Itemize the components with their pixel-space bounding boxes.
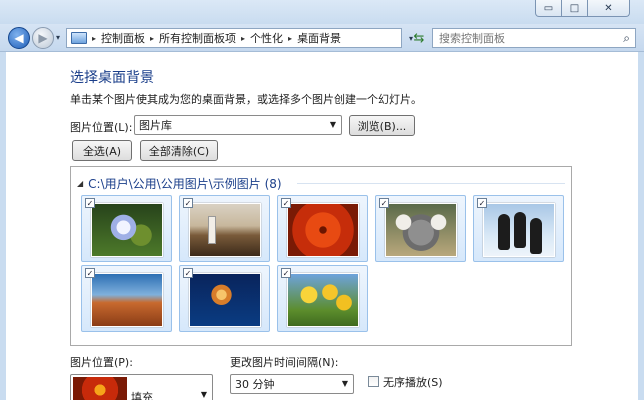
thumbnail-jellyfish[interactable]: ✓ [179, 265, 270, 332]
thumbnail-lighthouse[interactable]: ✓ [179, 195, 270, 262]
title-bar: ▭ □ ✕ [0, 0, 644, 24]
thumbnail-checkbox[interactable]: ✓ [379, 198, 389, 208]
thumbnail-hydrangeas[interactable]: ✓ [81, 195, 172, 262]
breadcrumb-separator-icon[interactable]: ▸ [92, 34, 96, 43]
window-frame-right [638, 52, 644, 400]
browse-button[interactable]: 浏览(B)... [349, 115, 415, 136]
minimize-button[interactable]: ▭ [535, 0, 562, 17]
back-button[interactable]: ◀ [8, 27, 30, 49]
thumbnail-checkbox[interactable]: ✓ [183, 268, 193, 278]
thumbnail-checkbox[interactable]: ✓ [85, 268, 95, 278]
refresh-button[interactable]: ⇆ [408, 28, 430, 48]
thumbnail-tulips[interactable]: ✓ [277, 265, 368, 332]
chrysanthemum-image [287, 203, 359, 257]
breadcrumb-control-panel[interactable]: 控制面板 [101, 30, 145, 46]
desert-image [91, 273, 163, 327]
window-controls: ▭ □ ✕ [535, 0, 630, 17]
breadcrumb-separator-icon[interactable]: ▸ [288, 34, 292, 43]
refresh-icon: ⇆ [413, 30, 425, 46]
thumbnail-desert[interactable]: ✓ [81, 265, 172, 332]
thumbnail-checkbox[interactable]: ✓ [281, 198, 291, 208]
picture-position-label: 图片位置(P): [70, 356, 133, 369]
jellyfish-image [189, 273, 261, 327]
shuffle-label[interactable]: 无序播放(S) [383, 374, 443, 390]
chevron-down-icon: ▼ [341, 379, 348, 388]
close-icon: ✕ [604, 2, 613, 14]
picture-gallery: ◢ C:\用户\公用\公用图片\示例图片 (8) ✓ ✓ ✓ ✓ ✓ ✓ ✓ ✓ [70, 166, 572, 346]
address-bar[interactable]: ▸ 控制面板 ▸ 所有控制面板项 ▸ 个性化 ▸ 桌面背景 [66, 28, 402, 48]
minimize-icon: ▭ [543, 2, 554, 14]
clear-all-button[interactable]: 全部清除(C) [140, 140, 218, 161]
thumbnail-checkbox[interactable]: ✓ [281, 268, 291, 278]
maximize-button[interactable]: □ [561, 0, 588, 17]
search-input[interactable] [439, 31, 609, 45]
forward-button[interactable]: ▶ [32, 27, 54, 49]
gallery-group-header[interactable]: ◢ C:\用户\公用\公用图片\示例图片 (8) [77, 175, 282, 192]
arrow-left-icon: ◀ [14, 31, 24, 45]
breadcrumb-separator-icon[interactable]: ▸ [241, 34, 245, 43]
penguins-image [483, 203, 555, 257]
page-title: 选择桌面背景 [70, 70, 154, 86]
picture-location-label: 图片位置(L): [70, 121, 133, 134]
chevron-down-icon: ▼ [329, 120, 336, 129]
lighthouse-image [189, 203, 261, 257]
thumbnail-koala[interactable]: ✓ [375, 195, 466, 262]
koala-image [385, 203, 457, 257]
breadcrumb-desktop-background[interactable]: 桌面背景 [297, 30, 341, 46]
breadcrumb-all-items[interactable]: 所有控制面板项 [159, 30, 236, 46]
thumbnail-checkbox[interactable]: ✓ [183, 198, 193, 208]
interval-value: 30 分钟 [235, 378, 275, 391]
thumbnail-checkbox[interactable]: ✓ [85, 198, 95, 208]
search-box[interactable]: ⌕ [432, 28, 636, 48]
picture-location-select[interactable]: 图片库 ▼ [134, 115, 342, 135]
arrow-right-icon: ▶ [38, 31, 48, 45]
interval-label: 更改图片时间间隔(N): [230, 356, 339, 369]
breadcrumb-personalization[interactable]: 个性化 [250, 30, 283, 46]
breadcrumb-separator-icon[interactable]: ▸ [150, 34, 154, 43]
thumbnail-chrysanthemum[interactable]: ✓ [277, 195, 368, 262]
content-area: 选择桌面背景 单击某个图片使其成为您的桌面背景，或选择多个图片创建一个幻灯片。 … [6, 53, 638, 400]
gallery-group-title: C:\用户\公用\公用图片\示例图片 (8) [88, 177, 282, 191]
picture-position-select[interactable]: 填充 ▼ [70, 374, 213, 400]
thumbnail-checkbox[interactable]: ✓ [477, 198, 487, 208]
page-description: 单击某个图片使其成为您的桌面背景，或选择多个图片创建一个幻灯片。 [70, 93, 422, 106]
hydrangeas-image [91, 203, 163, 257]
collapse-group-icon[interactable]: ◢ [77, 179, 83, 188]
search-icon[interactable]: ⌕ [623, 31, 630, 46]
picture-location-value: 图片库 [139, 119, 172, 132]
interval-select[interactable]: 30 分钟 ▼ [230, 374, 354, 394]
position-preview-image [73, 377, 127, 400]
group-divider [297, 183, 565, 184]
thumbnail-penguins[interactable]: ✓ [473, 195, 564, 262]
close-button[interactable]: ✕ [587, 0, 630, 17]
chevron-down-icon: ▼ [200, 390, 207, 399]
control-panel-icon [71, 32, 87, 44]
select-all-button[interactable]: 全选(A) [72, 140, 132, 161]
shuffle-checkbox[interactable] [368, 376, 379, 387]
recent-pages-dropdown[interactable]: ▾ [56, 33, 60, 42]
tulips-image [287, 273, 359, 327]
maximize-icon: □ [569, 2, 580, 14]
picture-position-value: 填充 [131, 391, 153, 400]
